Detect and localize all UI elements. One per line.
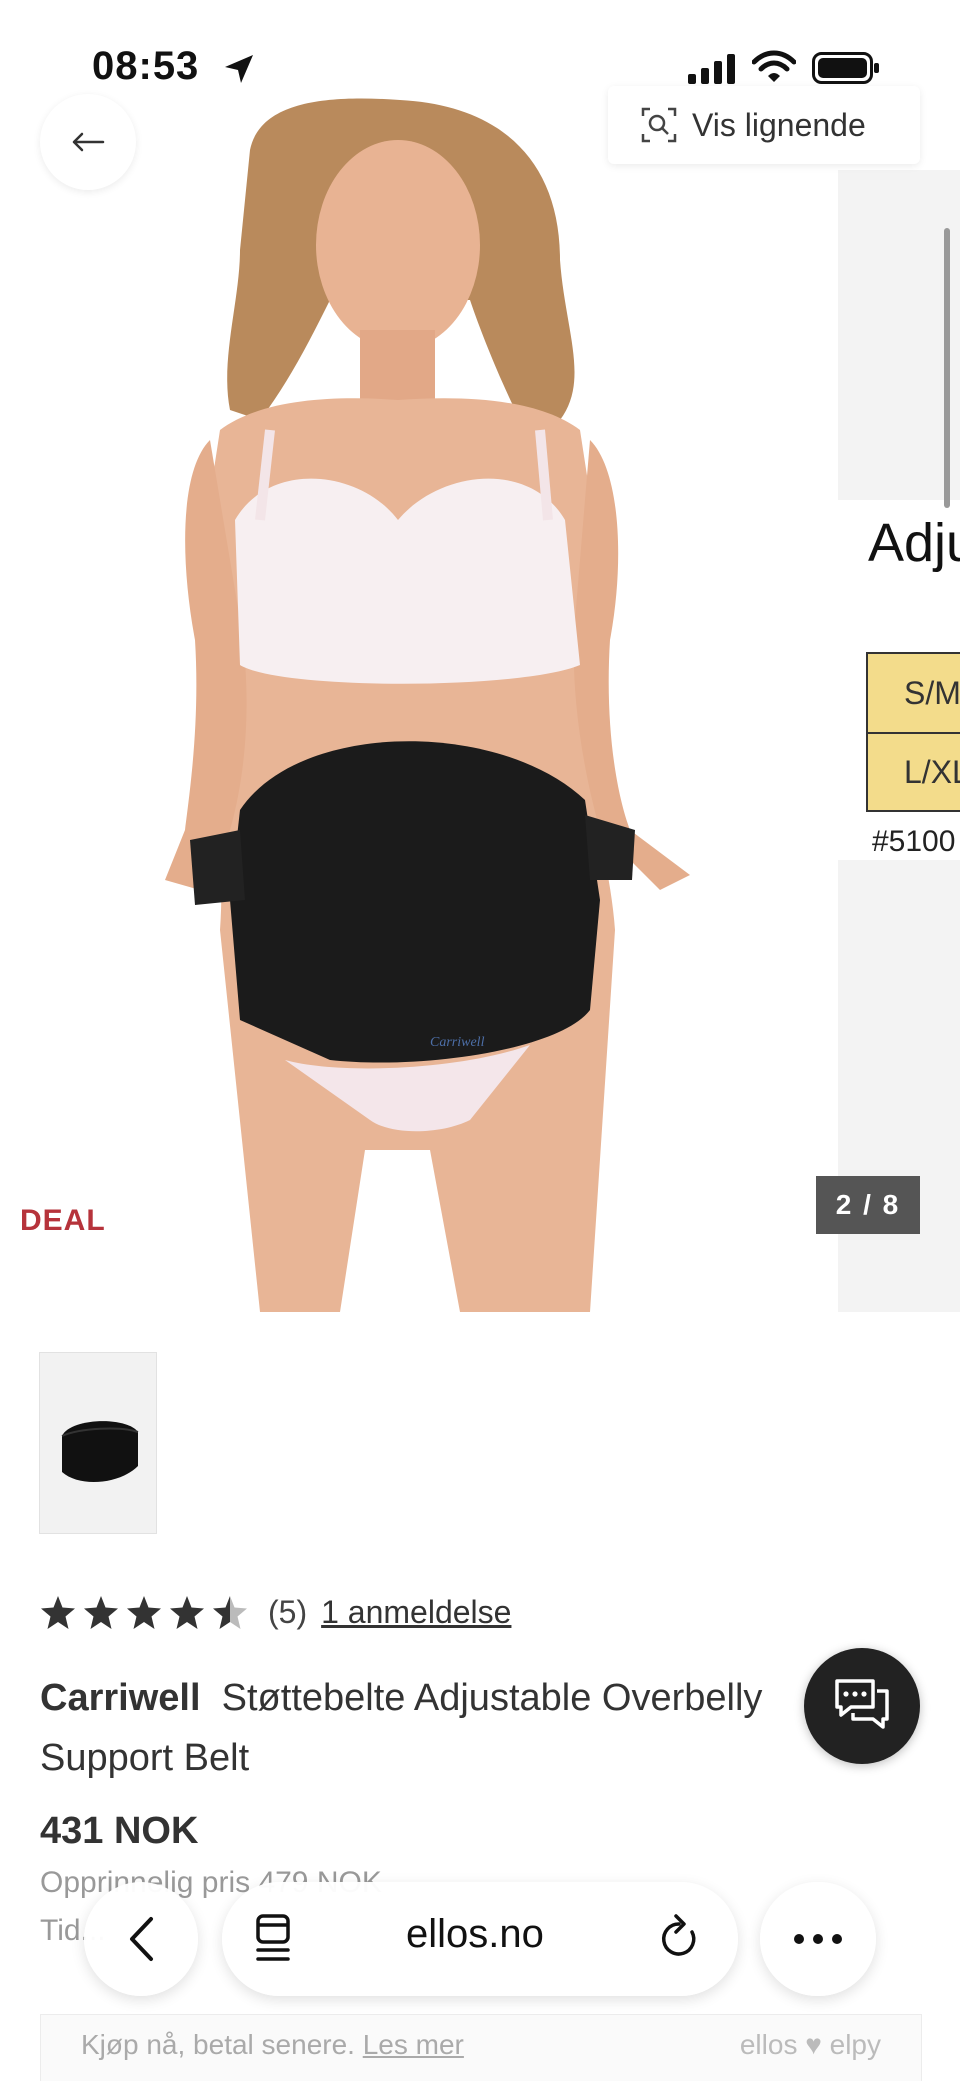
product-image[interactable]: Carriwell: [0, 0, 838, 1312]
wifi-icon: [752, 50, 796, 82]
chat-button[interactable]: [804, 1648, 920, 1764]
product-image-gallery[interactable]: Carriwell Adju S/M L/XL #5100 Vis lignen…: [0, 0, 960, 1312]
size-cell: S/M: [866, 652, 960, 732]
buy-now-pay-later-banner: Kjøp nå, betal senere. Les mer ellos ♥ e…: [40, 2014, 922, 2081]
cellular-signal-icon: [688, 54, 735, 84]
star-rating-icon: [41, 1596, 247, 1629]
thumbnail[interactable]: [39, 1352, 157, 1534]
browser-back-button[interactable]: [84, 1882, 198, 1996]
reviews-link[interactable]: 1 anmeldelse: [321, 1594, 511, 1631]
show-similar-button[interactable]: Vis lignende: [608, 86, 920, 164]
belt-thumbnail-image: [61, 1421, 139, 1483]
next-image-heading: Adju: [868, 513, 960, 573]
scrollbar[interactable]: [944, 228, 950, 508]
next-image-code: #5100: [872, 825, 956, 858]
bnpl-brand-logo: ellos ♥ elpy: [739, 2029, 881, 2060]
status-time: 08:53: [92, 44, 200, 88]
next-image-preview-bottom: [838, 860, 960, 1312]
visual-search-icon: [641, 107, 677, 143]
arrow-left-icon: [72, 132, 105, 152]
product-brand[interactable]: Carriwell: [40, 1677, 201, 1719]
tabs-icon[interactable]: [252, 1912, 296, 1964]
size-cell: L/XL: [866, 732, 960, 812]
price: 431 NOK: [40, 1810, 199, 1852]
url-text[interactable]: ellos.no: [406, 1912, 544, 1957]
deal-badge: DEAL: [20, 1204, 106, 1237]
next-image-preview-top: [838, 170, 960, 500]
browser-more-button[interactable]: [760, 1882, 876, 1996]
rating: (5) 1 anmeldelse: [40, 1592, 511, 1632]
product-title: Carriwell Støttebelte Adjustable Overbel…: [40, 1668, 820, 1788]
belt-logo: Carriwell: [430, 1035, 485, 1050]
read-more-link[interactable]: Les mer: [363, 2029, 464, 2060]
back-button[interactable]: [40, 94, 136, 190]
reload-icon[interactable]: [656, 1912, 702, 1964]
image-counter: 2 / 8: [816, 1176, 920, 1234]
rating-count: (5): [268, 1593, 308, 1630]
chat-bubbles-icon: [835, 1679, 889, 1729]
bnpl-message: Kjøp nå, betal senere.: [81, 2029, 355, 2060]
chevron-left-icon: [130, 1917, 153, 1961]
next-image-size-table: S/M L/XL: [866, 652, 960, 812]
location-arrow-icon: [225, 55, 253, 83]
show-similar-label: Vis lignende: [692, 106, 866, 143]
bnpl-text: Kjøp nå, betal senere. Les mer: [81, 2029, 464, 2061]
browser-address-bar[interactable]: ellos.no: [222, 1882, 738, 1996]
battery-icon: [812, 52, 879, 84]
more-dots-icon: [794, 1934, 842, 1944]
model-illustration: Carriwell: [165, 98, 690, 1312]
